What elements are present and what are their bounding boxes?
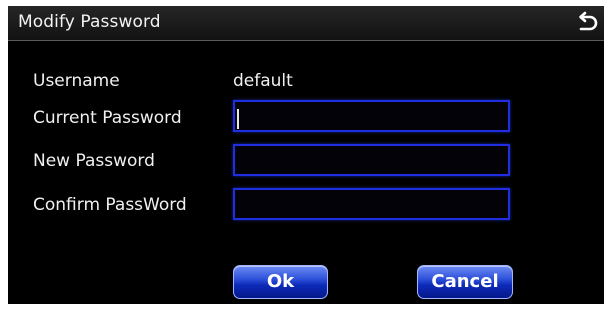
confirm-password-field[interactable]	[233, 188, 510, 220]
modify-password-dialog: Modify Password Username default Current…	[8, 6, 604, 304]
title-bar: Modify Password	[8, 6, 604, 41]
current-password-label: Current Password	[33, 108, 182, 128]
ok-button[interactable]: Ok	[233, 265, 328, 299]
new-password-field[interactable]	[233, 144, 510, 176]
username-label: Username	[33, 71, 120, 91]
screen-frame: Modify Password Username default Current…	[0, 0, 611, 310]
dialog-title: Modify Password	[18, 12, 161, 32]
current-password-field[interactable]	[233, 100, 510, 132]
username-value: default	[233, 71, 293, 91]
return-arrow-icon	[579, 11, 598, 31]
back-button[interactable]	[574, 10, 600, 36]
text-cursor	[237, 109, 239, 129]
new-password-label: New Password	[33, 151, 155, 171]
cancel-button[interactable]: Cancel	[417, 265, 513, 299]
confirm-password-label: Confirm PassWord	[33, 195, 187, 215]
